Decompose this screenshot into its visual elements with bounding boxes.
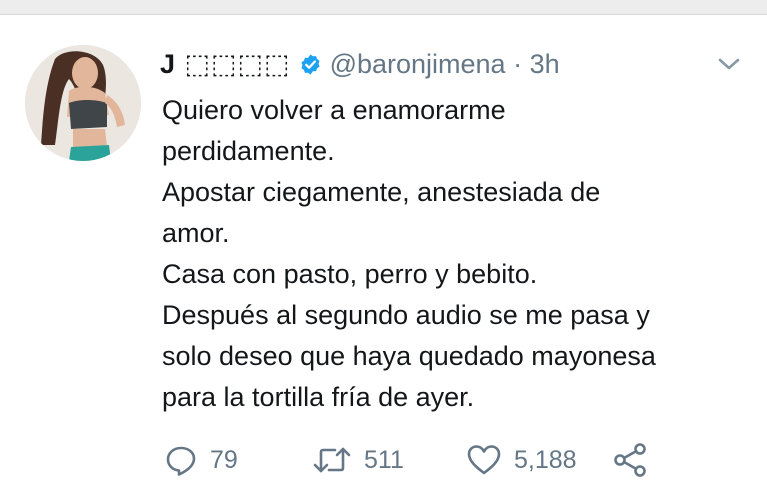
meta-separator: · [513, 48, 523, 79]
tweet-header: J ⬚⬚⬚⬚ @baronjimena · 3h [160, 45, 560, 83]
tweet-text-line: perdidamente. [162, 136, 335, 166]
verified-badge-icon [301, 53, 320, 75]
retweet-count: 511 [364, 445, 404, 474]
tweet-meta: @baronjimena · 3h [330, 49, 560, 80]
retweet-icon [313, 447, 351, 473]
author-name[interactable]: J ⬚⬚⬚⬚ [160, 49, 291, 80]
tweet-text-line: solo deseo que haya quedado mayonesa [162, 341, 656, 371]
tweet-text-line: Apostar ciegamente, anestesiada de [162, 177, 601, 207]
avatar-image [25, 45, 141, 161]
avatar[interactable] [25, 45, 141, 161]
tweet-actions: 79 511 5,188 [160, 440, 660, 480]
tweet-card[interactable]: J ⬚⬚⬚⬚ @baronjimena · 3h Quiero volver a… [0, 15, 767, 503]
like-count: 5,188 [514, 445, 577, 474]
share-button[interactable] [612, 440, 648, 480]
heart-icon [467, 445, 501, 475]
chevron-down-icon[interactable] [716, 55, 742, 73]
reply-button[interactable]: 79 [164, 440, 238, 480]
retweet-button[interactable]: 511 [312, 440, 404, 480]
reply-count: 79 [210, 445, 238, 474]
tweet-text-line: Quiero volver a enamorarme [162, 95, 506, 125]
tweet-text-line: Después al segundo audio se me pasa y [162, 300, 650, 330]
tweet-time[interactable]: 3h [530, 49, 560, 79]
top-divider [0, 0, 767, 15]
tweet-text-line: para la tortilla fría de ayer. [162, 382, 475, 412]
author-handle[interactable]: @baronjimena [330, 49, 506, 79]
like-button[interactable]: 5,188 [466, 440, 577, 480]
tweet-text-line: Casa con pasto, perro y bebito. [162, 259, 538, 289]
tweet-text-line: amor. [162, 218, 230, 248]
tweet-text: Quiero volver a enamorarme perdidamente.… [162, 90, 752, 418]
share-icon [614, 443, 646, 477]
reply-icon [166, 446, 196, 476]
